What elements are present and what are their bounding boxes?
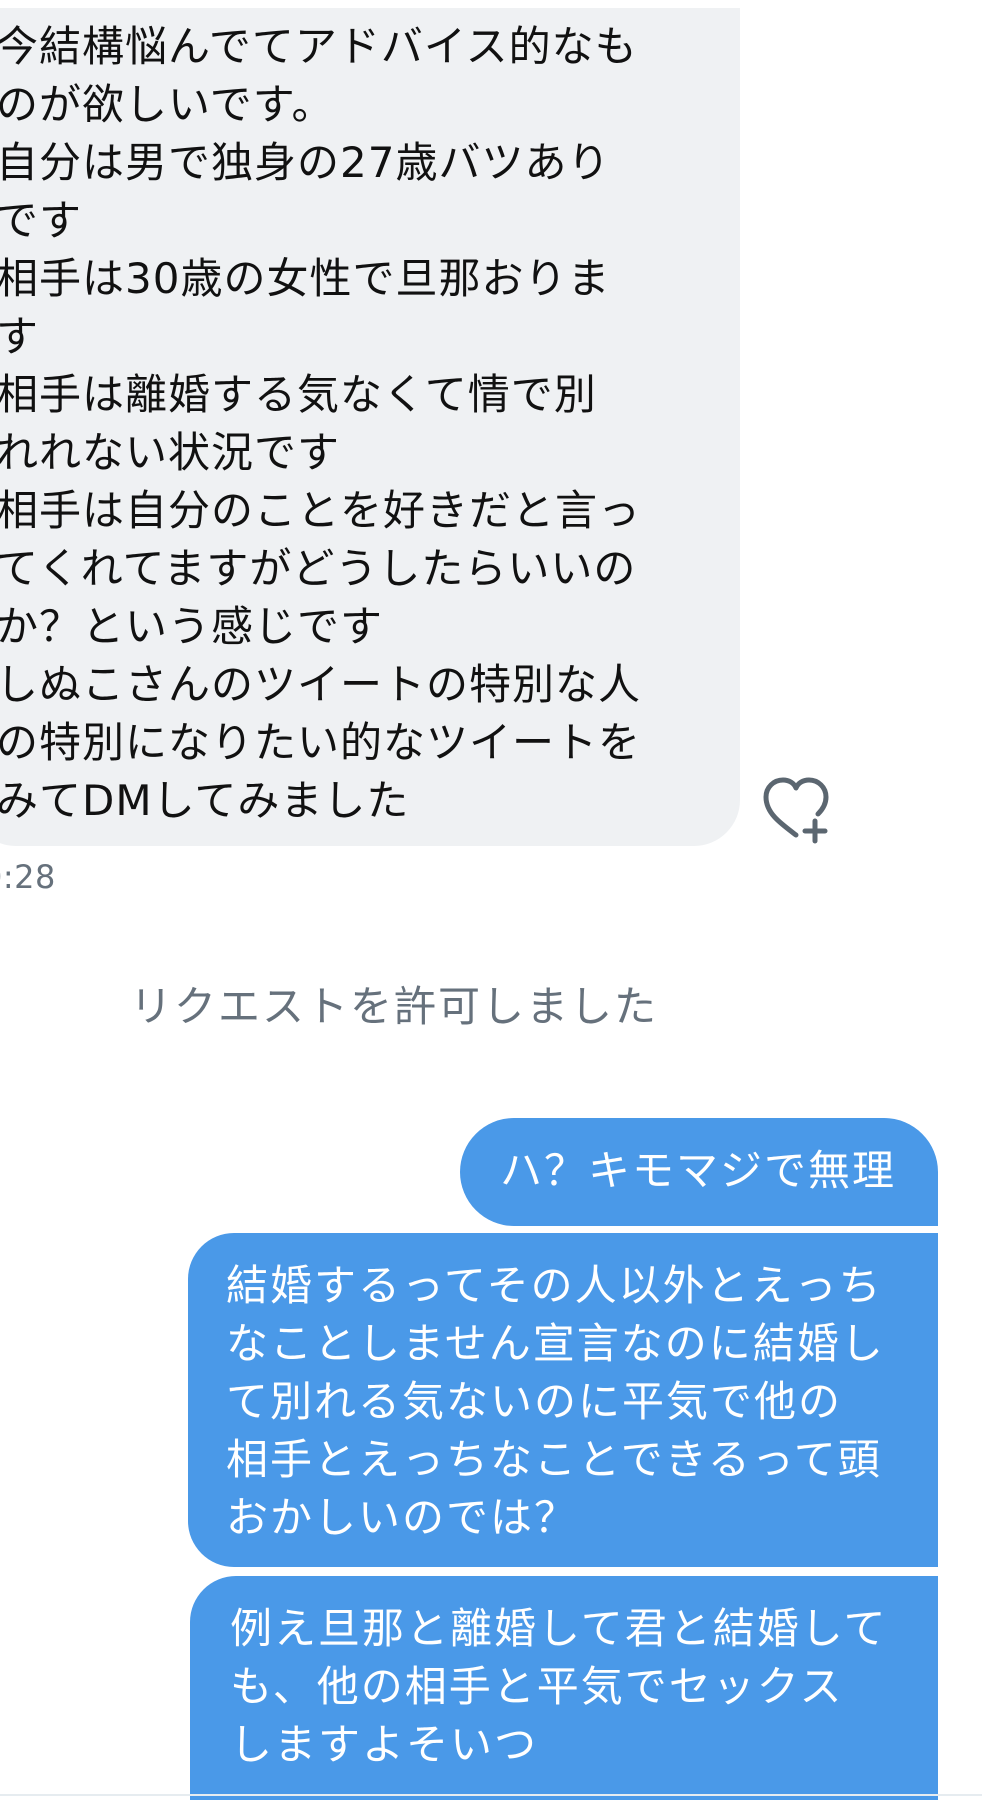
outgoing-message-text: ハ？キモマジで無理 bbox=[500, 1146, 897, 1195]
heart-plus-icon[interactable] bbox=[760, 773, 832, 845]
request-accepted-notice: リクエストを許可しました bbox=[130, 982, 659, 1031]
incoming-message-text: 今結構悩んでてアドバイス的なも のが欲しいです。 自分は男で独身の27歳バツあり… bbox=[0, 22, 642, 825]
outgoing-message-bubble[interactable]: ハ？キモマジで無理 bbox=[460, 1118, 938, 1226]
outgoing-message-text: 結婚するってその人以外とえっち なことしません宣言なのに結婚し て別れる気ないの… bbox=[226, 1261, 885, 1542]
outgoing-message-text: 例え旦那と離婚して君と結婚して も、他の相手と平気でセックス しますよそいつ bbox=[230, 1604, 888, 1769]
incoming-message-bubble[interactable]: 今結構悩んでてアドバイス的なも のが欲しいです。 自分は男で独身の27歳バツあり… bbox=[0, 8, 740, 846]
divider bbox=[0, 1794, 982, 1796]
outgoing-message-bubble[interactable]: 例え旦那と離婚して君と結婚して も、他の相手と平気でセックス しますよそいつ bbox=[190, 1576, 938, 1800]
message-timestamp: 0:28 bbox=[0, 858, 56, 896]
outgoing-message-bubble[interactable]: 結婚するってその人以外とえっち なことしません宣言なのに結婚し て別れる気ないの… bbox=[188, 1233, 938, 1567]
